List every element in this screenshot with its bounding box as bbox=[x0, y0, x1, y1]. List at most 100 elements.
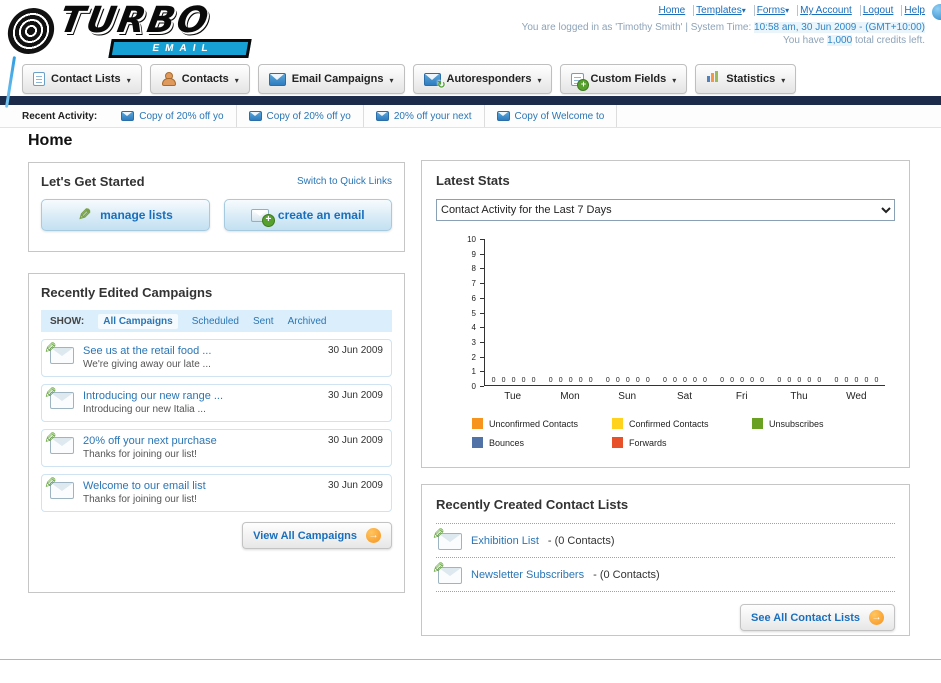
activity-item-label: Copy of 20% off yo bbox=[139, 110, 224, 122]
contact-list-link[interactable]: Exhibition List bbox=[471, 535, 539, 547]
button-label: create an email bbox=[277, 208, 365, 222]
nav-tab-email-campaigns[interactable]: Email Campaigns bbox=[257, 64, 405, 94]
campaign-link[interactable]: Introducing our new range ... bbox=[83, 390, 319, 402]
recent-activity-item[interactable]: Copy of Welcome to bbox=[485, 105, 618, 127]
recent-activity-item[interactable]: Copy of 20% off yo bbox=[109, 105, 237, 127]
nav-tab-label: Statistics bbox=[726, 73, 776, 85]
bar-cell: 0 bbox=[843, 377, 850, 385]
y-tick-mark bbox=[480, 253, 484, 255]
campaign-item: See us at the retail food ... We're givi… bbox=[41, 339, 392, 377]
contact-activity-chart: 0 1 2 3 4 5 6 7 8 9 10 000000000000000000000000000… bbox=[454, 235, 885, 402]
nav-divider-bar bbox=[0, 96, 941, 105]
campaign-date: 30 Jun 2009 bbox=[327, 480, 383, 491]
y-tick-mark bbox=[480, 239, 484, 240]
y-tick-mark bbox=[480, 297, 484, 299]
legend-row-2: Bounces Forwards bbox=[472, 437, 895, 448]
contact-list-link[interactable]: Newsletter Subscribers bbox=[471, 569, 584, 581]
switch-quick-links-link[interactable]: Switch to Quick Links bbox=[297, 176, 392, 187]
campaign-link[interactable]: 20% off your next purchase bbox=[83, 435, 319, 447]
top-link-templates[interactable]: Templates bbox=[694, 5, 755, 16]
y-tick-mark bbox=[480, 312, 484, 314]
filter-scheduled[interactable]: Scheduled bbox=[192, 316, 239, 327]
create-email-button[interactable]: create an email bbox=[223, 199, 392, 231]
view-all-campaigns-button[interactable]: View All Campaigns bbox=[242, 522, 392, 549]
top-link-help[interactable]: Help bbox=[902, 5, 925, 16]
nav-tab-contacts[interactable]: Contacts bbox=[149, 64, 250, 94]
mail-icon bbox=[496, 111, 510, 121]
edit-list-icon bbox=[438, 567, 462, 584]
bar-value-label: 0 bbox=[521, 377, 526, 384]
top-link-home[interactable]: Home bbox=[656, 5, 695, 16]
see-all-contact-lists-button[interactable]: See All Contact Lists bbox=[739, 604, 895, 631]
bar-cell: 0 bbox=[510, 377, 517, 385]
bar-value-label: 0 bbox=[605, 377, 610, 384]
arrow-right-icon bbox=[869, 610, 884, 625]
x-axis-label: Fri bbox=[735, 391, 748, 402]
nav-tab-autoresponders[interactable]: Autoresponders bbox=[412, 64, 553, 94]
bar-group: 00000 bbox=[771, 239, 828, 385]
filter-sent[interactable]: Sent bbox=[253, 316, 274, 327]
button-label: See All Contact Lists bbox=[750, 611, 860, 624]
nav-tab-custom-fields[interactable]: Custom Fields bbox=[560, 64, 688, 94]
mail-icon bbox=[375, 111, 389, 121]
campaign-subtitle: Introducing our new Italia ... bbox=[83, 404, 206, 415]
bar-cell: 0 bbox=[863, 377, 870, 385]
contact-list-items: Exhibition List - (0 Contacts) Newslette… bbox=[436, 523, 895, 592]
bar-value-label: 0 bbox=[750, 377, 755, 384]
y-tick-mark bbox=[480, 341, 484, 343]
y-tick-label: 3 bbox=[471, 337, 476, 347]
campaign-link[interactable]: See us at the retail food ... bbox=[83, 345, 319, 357]
bar-value-label: 0 bbox=[548, 377, 553, 384]
bar-cell: 0 bbox=[520, 377, 527, 385]
contact-count: - (0 Contacts) bbox=[547, 534, 615, 547]
nav-tab-statistics[interactable]: Statistics bbox=[695, 64, 797, 94]
recent-activity-bar: Recent Activity: Copy of 20% off yo Copy… bbox=[0, 105, 941, 128]
bar-value-label: 0 bbox=[854, 377, 859, 384]
chevron-down-icon bbox=[389, 70, 393, 88]
recent-activity-item[interactable]: Copy of 20% off yo bbox=[237, 105, 364, 127]
system-time: 10:58 am, 30 Jun 2009 bbox=[754, 22, 857, 33]
y-tick-label: 5 bbox=[471, 308, 476, 318]
filter-all-campaigns[interactable]: All Campaigns bbox=[98, 313, 178, 329]
legend-row-1: Unconfirmed Contacts Confirmed Contacts Un… bbox=[472, 418, 895, 429]
bar-value-label: 0 bbox=[615, 377, 620, 384]
y-tick-mark bbox=[480, 268, 484, 270]
bar-cell: 0 bbox=[701, 377, 708, 385]
campaign-date: 30 Jun 2009 bbox=[327, 390, 383, 401]
get-started-panel: Let's Get Started Switch to Quick Links … bbox=[28, 162, 405, 252]
top-link-logout[interactable]: Logout bbox=[860, 5, 903, 16]
bar-value-label: 0 bbox=[864, 377, 869, 384]
manage-lists-button[interactable]: manage lists bbox=[41, 199, 210, 231]
y-tick-label: 2 bbox=[471, 352, 476, 362]
chart-legend: Unconfirmed Contacts Confirmed Contacts Un… bbox=[472, 418, 895, 448]
legend-label: Forwards bbox=[629, 437, 667, 448]
bar-value-label: 0 bbox=[501, 377, 506, 384]
top-link-my-account[interactable]: My Account bbox=[798, 5, 861, 16]
bar-value-label: 0 bbox=[807, 377, 812, 384]
bar-value-label: 0 bbox=[531, 377, 536, 384]
bar-value-label: 0 bbox=[787, 377, 792, 384]
logo-subtitle: EMAIL bbox=[108, 39, 252, 58]
bar-value-label: 0 bbox=[578, 377, 583, 384]
bar-value-label: 0 bbox=[834, 377, 839, 384]
bar-value-label: 0 bbox=[645, 377, 650, 384]
campaign-date: 30 Jun 2009 bbox=[327, 345, 383, 356]
legend-item: Confirmed Contacts bbox=[612, 418, 752, 429]
credits-prefix: You have bbox=[783, 35, 828, 46]
bar-group: 00000 bbox=[485, 239, 542, 385]
nav-tab-label: Custom Fields bbox=[590, 73, 667, 85]
bar-cell: 0 bbox=[739, 377, 746, 385]
campaigns-title: Recently Edited Campaigns bbox=[41, 285, 213, 300]
filter-archived[interactable]: Archived bbox=[288, 316, 327, 327]
recent-activity-item[interactable]: 20% off your next bbox=[364, 105, 485, 127]
y-tick-label: 1 bbox=[471, 367, 476, 377]
bar-value-label: 0 bbox=[558, 377, 563, 384]
campaign-link[interactable]: Welcome to our email list bbox=[83, 480, 319, 492]
x-axis-label: Thu bbox=[790, 391, 808, 402]
stats-range-select[interactable]: Contact Activity for the Last 7 Days bbox=[436, 199, 895, 221]
top-link-forms[interactable]: Forms bbox=[754, 5, 799, 16]
chevron-down-icon bbox=[235, 70, 239, 88]
contact-list-item: Newsletter Subscribers - (0 Contacts) bbox=[436, 558, 895, 592]
nav-tab-contact-lists[interactable]: Contact Lists bbox=[22, 64, 142, 94]
y-tick-mark bbox=[480, 356, 484, 358]
